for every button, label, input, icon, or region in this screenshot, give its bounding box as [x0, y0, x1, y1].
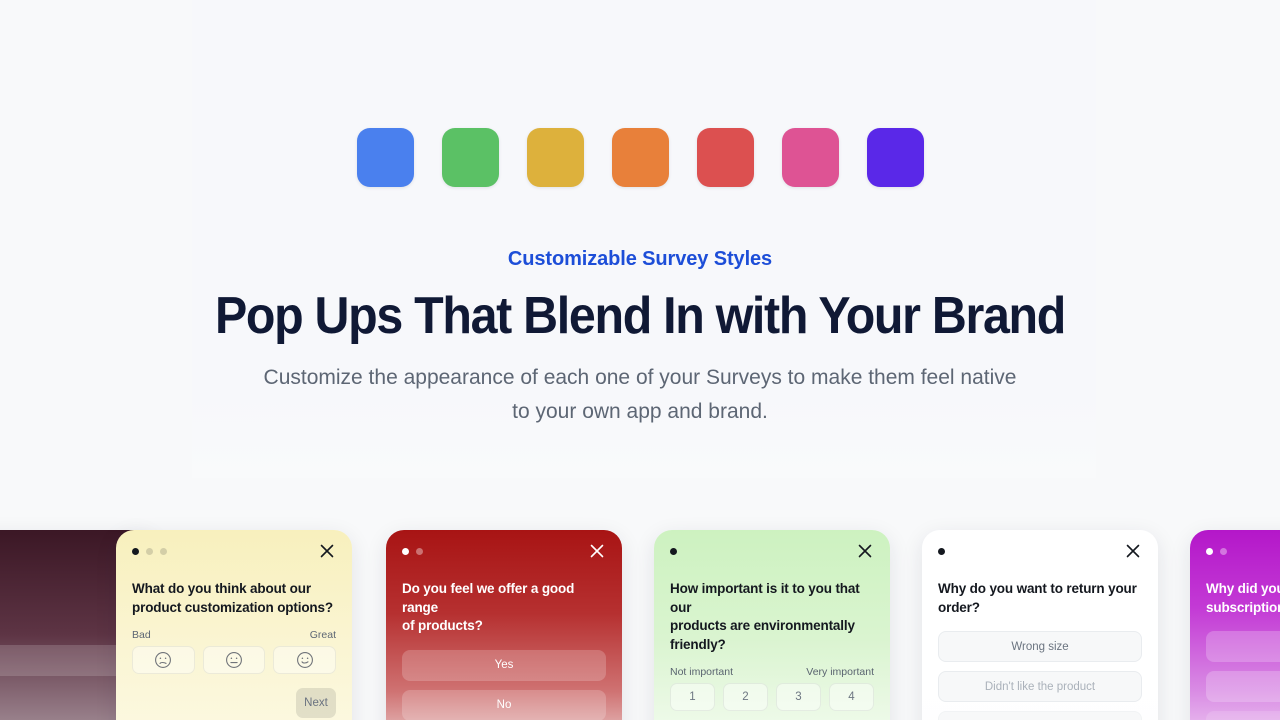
survey-question: Why did you c subscription?: [1206, 580, 1280, 617]
answer-option-yes[interactable]: Yes: [402, 649, 606, 681]
rating-option-2[interactable]: 2: [723, 683, 768, 711]
answer-option-by-mistake[interactable]: Ordered by mistake: [938, 711, 1142, 720]
answer-option-no[interactable]: No: [402, 689, 606, 720]
question-line-1: Do you feel we offer a good range: [402, 581, 575, 615]
color-swatch-pink[interactable]: [781, 128, 839, 187]
neutral-face-icon[interactable]: [202, 646, 266, 674]
scale-labels: Not important Very important: [670, 666, 874, 678]
question-line-2: subscription?: [1206, 599, 1280, 615]
answer-options: To Mi Don't: [1206, 631, 1280, 720]
progress-dots: [670, 544, 874, 555]
scale-labels: Bad Great: [132, 629, 336, 641]
progress-dots: [938, 544, 1142, 555]
rating-option-4[interactable]: 4: [829, 683, 874, 711]
close-icon[interactable]: [1124, 542, 1142, 560]
question-line-1: What do you think about our: [132, 581, 311, 596]
survey-question: What do you think about our product cust…: [132, 580, 336, 617]
survey-card-cream[interactable]: What do you think about our product cust…: [116, 530, 352, 720]
progress-dot-active: [670, 548, 677, 555]
question-line-3: friendly?: [670, 636, 726, 652]
progress-dots: [132, 544, 336, 555]
answer-option-wrong-size[interactable]: Wrong size: [938, 631, 1142, 662]
progress-dot-active: [938, 548, 945, 555]
card-header: [670, 544, 874, 566]
answer-option-didnt-like[interactable]: Didn't like the product: [938, 671, 1142, 702]
card-header: [1206, 544, 1280, 566]
survey-question: Do you feel we offer a good range of pro…: [402, 580, 606, 636]
rating-option-3[interactable]: 3: [776, 683, 821, 711]
survey-card-white[interactable]: Why do you want to return your order? Wr…: [922, 530, 1158, 720]
question-line-2: of products?: [402, 618, 483, 633]
page-title: Pop Ups That Blend In with Your Brand: [214, 287, 1066, 345]
close-icon[interactable]: [856, 542, 874, 560]
answer-option[interactable]: Mi: [1206, 671, 1280, 702]
color-swatch-purple[interactable]: [866, 128, 924, 187]
color-swatch-row: [0, 128, 1280, 187]
page-root: Customizable Survey Styles Pop Ups That …: [0, 0, 1280, 720]
numeric-rating-row: 1 2 3 4: [670, 683, 874, 711]
answer-option[interactable]: To: [1206, 631, 1280, 662]
color-swatch-orange[interactable]: [611, 128, 669, 187]
survey-card-red[interactable]: Do you feel we offer a good range of pro…: [386, 530, 622, 720]
close-icon[interactable]: [588, 542, 606, 560]
question-line-2: product customization options?: [132, 599, 333, 615]
survey-question: Why do you want to return your order?: [938, 580, 1142, 617]
survey-card-magenta[interactable]: Why did you c subscription? To Mi Don't: [1190, 530, 1280, 720]
progress-dot-active: [132, 548, 139, 555]
rating-option-1[interactable]: 1: [670, 683, 715, 711]
card-header: [402, 544, 606, 566]
scale-low-label: Not important: [670, 666, 734, 678]
scale-high-label: Very important: [806, 666, 874, 678]
color-swatch-green[interactable]: [441, 128, 499, 187]
question-line-1: Why did you c: [1206, 581, 1280, 596]
question-line-2: products are environmentally: [670, 618, 855, 633]
answer-options: Yes No: [402, 649, 606, 720]
hero-subheading: Customize the appearance of each one of …: [263, 366, 1017, 423]
next-button-row: Next: [132, 688, 336, 718]
next-button[interactable]: Next: [296, 688, 336, 718]
progress-dot-active: [1206, 548, 1213, 555]
progress-dot-inactive: [146, 548, 153, 555]
color-swatch-yellow[interactable]: [526, 128, 584, 187]
survey-card-mint[interactable]: How important is it to you that our prod…: [654, 530, 890, 720]
progress-dot-inactive: [160, 548, 167, 555]
progress-dots: [1206, 544, 1280, 555]
progress-dot-inactive: [416, 548, 423, 555]
survey-question: How important is it to you that our prod…: [670, 580, 874, 654]
answer-option[interactable]: Don't: [1206, 711, 1280, 720]
question-line-1: How important is it to you that our: [670, 581, 860, 615]
question-line-1: Why do you want to return your: [938, 581, 1137, 596]
answer-options: Wrong size Didn't like the product Order…: [938, 631, 1142, 720]
card-header: [132, 544, 336, 566]
card-header: [938, 544, 1142, 566]
progress-dot-inactive: [1220, 548, 1227, 555]
sad-face-icon[interactable]: [132, 646, 195, 674]
hero-eyebrow: Customizable Survey Styles: [507, 248, 773, 270]
color-swatch-red[interactable]: [696, 128, 754, 187]
happy-face-icon[interactable]: [273, 646, 337, 674]
emoji-rating-row: [132, 646, 337, 674]
color-swatch-blue[interactable]: [356, 128, 414, 187]
close-icon[interactable]: [318, 542, 336, 560]
survey-card-strip: r this posal to What do you think abo: [0, 530, 1280, 720]
progress-dot-active: [402, 548, 409, 555]
question-line-2: order?: [938, 599, 980, 615]
scale-high-label: Great: [309, 629, 336, 641]
progress-dots: [402, 544, 606, 555]
scale-low-label: Bad: [132, 629, 151, 641]
